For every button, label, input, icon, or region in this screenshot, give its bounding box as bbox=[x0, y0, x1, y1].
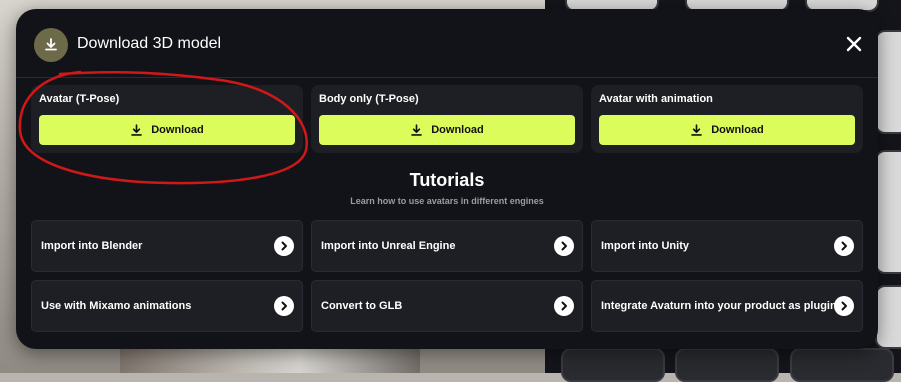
download-icon bbox=[691, 123, 702, 136]
download-card-avatar-animation: Avatar with animation Download bbox=[591, 85, 863, 153]
download-button-avatar-tpose[interactable]: Download bbox=[39, 115, 295, 145]
download-button-body-tpose[interactable]: Download bbox=[319, 115, 575, 145]
tutorial-mixamo[interactable]: Use with Mixamo animations bbox=[31, 280, 303, 332]
download-button-label: Download bbox=[711, 124, 764, 136]
chevron-right-icon bbox=[554, 236, 574, 256]
tutorial-label: Use with Mixamo animations bbox=[41, 300, 192, 312]
download-button-avatar-animation[interactable]: Download bbox=[599, 115, 855, 145]
tutorials-title: Tutorials bbox=[409, 170, 485, 190]
download-card-body-tpose: Body only (T-Pose) Download bbox=[311, 85, 583, 153]
chevron-right-icon bbox=[274, 236, 294, 256]
tutorial-convert-glb[interactable]: Convert to GLB bbox=[311, 280, 583, 332]
chevron-right-icon bbox=[274, 296, 294, 316]
download-icon bbox=[131, 123, 142, 136]
tutorials-subtitle: Learn how to use avatars in different en… bbox=[350, 196, 544, 206]
chevron-right-icon bbox=[834, 296, 854, 316]
tutorial-label: Import into Unreal Engine bbox=[321, 240, 456, 252]
chevron-right-icon bbox=[834, 236, 854, 256]
tutorial-unreal[interactable]: Import into Unreal Engine bbox=[311, 220, 583, 272]
modal-header: Download 3D model bbox=[16, 9, 878, 78]
tutorial-label: Import into Unity bbox=[601, 240, 689, 252]
download-card-avatar-tpose: Avatar (T-Pose) Download bbox=[31, 85, 303, 153]
tutorial-label: Import into Blender bbox=[41, 240, 143, 252]
tutorial-label: Convert to GLB bbox=[321, 300, 403, 312]
download-card-label: Avatar with animation bbox=[599, 93, 713, 105]
modal-title: Download 3D model bbox=[77, 35, 222, 52]
tutorial-integrate-plugin[interactable]: Integrate Avaturn into your product as p… bbox=[591, 280, 863, 332]
chevron-right-icon bbox=[554, 296, 574, 316]
close-icon[interactable] bbox=[844, 34, 864, 54]
download-button-label: Download bbox=[431, 124, 484, 136]
download-card-label: Body only (T-Pose) bbox=[319, 93, 419, 105]
download-card-label: Avatar (T-Pose) bbox=[39, 93, 120, 105]
download-modal: Download 3D model Avatar (T-Pose) Downlo… bbox=[16, 9, 878, 349]
download-icon bbox=[411, 123, 422, 136]
download-button-label: Download bbox=[151, 124, 204, 136]
tutorial-label: Integrate Avaturn into your product as p… bbox=[601, 300, 837, 312]
tutorial-unity[interactable]: Import into Unity bbox=[591, 220, 863, 272]
tutorial-blender[interactable]: Import into Blender bbox=[31, 220, 303, 272]
download-icon bbox=[34, 28, 68, 62]
